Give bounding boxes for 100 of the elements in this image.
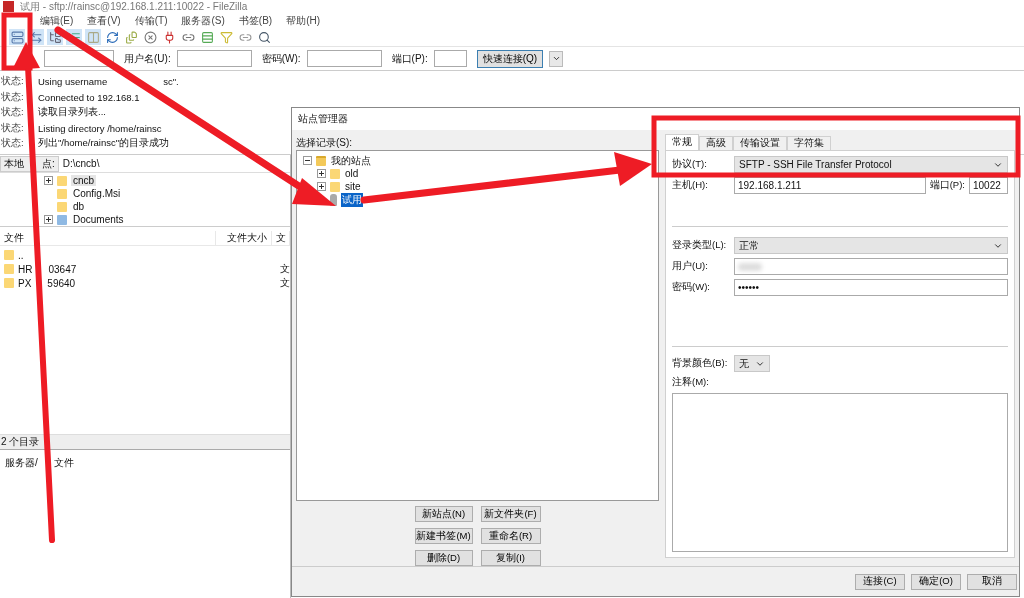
- tree-label: 选择记录(S):: [296, 136, 354, 148]
- field-label: 端口(P):: [929, 179, 965, 192]
- field-label: 端口(P):: [391, 51, 428, 66]
- status-text: 2 个目录: [1, 435, 40, 449]
- button[interactable]: 新站点(N): [414, 506, 473, 522]
- menu-item[interactable]: 查看(V): [87, 13, 121, 28]
- field-label: 登录类型(L):: [672, 239, 728, 252]
- input-field[interactable]: [433, 50, 467, 67]
- menu-item[interactable]: 书签(B): [238, 13, 273, 28]
- site-tree-item[interactable]: site: [344, 181, 362, 192]
- site-tree-item[interactable]: 试用: [341, 192, 363, 207]
- tab[interactable]: 常规: [665, 134, 699, 150]
- column-header[interactable]: 文: [272, 230, 290, 245]
- file-name: HR: [18, 263, 33, 275]
- menu-item[interactable]: 传输(T): [134, 13, 168, 28]
- folder-icon: [57, 175, 67, 186]
- site-tree-item[interactable]: 我的站点: [330, 153, 372, 168]
- log-message: Using username: [38, 76, 108, 88]
- file-type: 文: [280, 262, 290, 276]
- library-icon: [57, 214, 67, 225]
- log-label: 状态:: [0, 90, 25, 104]
- menu-item[interactable]: 服务器(S): [181, 13, 225, 28]
- tree-item[interactable]: Config.Msi: [71, 188, 123, 199]
- tab[interactable]: 传输设置: [733, 136, 787, 150]
- site-tree-item[interactable]: old: [344, 168, 360, 179]
- input-field[interactable]: [176, 50, 252, 67]
- file-name: ..: [18, 249, 24, 261]
- expander-icon[interactable]: [44, 176, 53, 185]
- column-header: 服务器/: [5, 456, 38, 470]
- user-field[interactable]: [734, 258, 1008, 275]
- column-header: 文件: [53, 456, 74, 470]
- filter-icon[interactable]: [218, 29, 234, 45]
- expander-icon[interactable]: [317, 182, 326, 191]
- dialog-title: 站点管理器: [298, 112, 348, 126]
- refresh-icon[interactable]: [104, 29, 120, 45]
- window-title: 试用 - sftp://rainsc@192.168.1.211:10022 - FileZilla: [20, 0, 248, 14]
- app-logo-icon: [3, 1, 14, 12]
- button[interactable]: 新建书签(M): [414, 528, 473, 544]
- tree-item[interactable]: Documents: [71, 214, 126, 225]
- button[interactable]: 确定(O): [911, 573, 961, 590]
- field-label: 用户名(U):: [124, 51, 171, 66]
- log-label: 状态:: [0, 75, 25, 89]
- label-text: 本地: [4, 156, 24, 171]
- folder-icon: [316, 155, 326, 166]
- column-header[interactable]: 文件: [0, 230, 216, 245]
- file-name: 59640: [47, 277, 76, 289]
- log-message: Listing directory /home/rainsc: [38, 122, 162, 134]
- field-label: 用户(U):: [672, 260, 709, 273]
- tab[interactable]: 字符集: [787, 136, 831, 150]
- menu-item[interactable]: 编辑(E): [40, 13, 74, 28]
- file-name: 03647: [48, 263, 77, 275]
- log-label: 状态:: [0, 106, 25, 120]
- dropdown-button[interactable]: [549, 50, 564, 67]
- folder-icon: [330, 168, 340, 179]
- button[interactable]: 连接(C): [855, 573, 905, 590]
- button[interactable]: 取消: [967, 573, 1017, 590]
- input-field[interactable]: [306, 50, 382, 67]
- field-label: 协议(T):: [672, 158, 708, 171]
- log-message: 读取目录列表...: [38, 106, 106, 120]
- button[interactable]: 重命名(R): [480, 528, 541, 544]
- log-message: sc".: [163, 76, 179, 88]
- button[interactable]: 新文件夹(F): [480, 506, 541, 522]
- protocol-select[interactable]: SFTP - SSH File Transfer Protocol: [734, 156, 1008, 173]
- expander-icon[interactable]: [44, 215, 53, 224]
- comments-field[interactable]: [672, 393, 1008, 552]
- tab[interactable]: 高级: [699, 136, 733, 150]
- log-message: Connected to 192.168.1: [38, 91, 140, 103]
- queue-icon[interactable]: [123, 29, 139, 45]
- field-label: 密码(W):: [261, 51, 301, 66]
- path-field[interactable]: D:\cncb\: [58, 155, 290, 172]
- tree-item[interactable]: db: [71, 201, 87, 212]
- cancel-icon[interactable]: [142, 29, 158, 45]
- folder-icon: [57, 201, 67, 212]
- quickconnect-button[interactable]: 快速连接(Q): [476, 49, 544, 68]
- color-select[interactable]: 无: [734, 355, 770, 372]
- field-label: 主机(H):: [672, 179, 709, 192]
- server-icon[interactable]: [9, 29, 25, 45]
- list-icon[interactable]: [199, 29, 215, 45]
- annotation-frame: [1, 12, 33, 71]
- logon-type-select[interactable]: 正常: [734, 237, 1008, 254]
- label-text: 点:: [42, 156, 55, 171]
- button[interactable]: 复制(I): [480, 550, 541, 566]
- column-header[interactable]: 文件大小: [216, 230, 272, 245]
- field-label: 注释(M):: [672, 376, 710, 389]
- search-icon[interactable]: [256, 29, 272, 45]
- password-field[interactable]: ••••••: [734, 279, 1008, 296]
- chevron-icon: [551, 54, 561, 63]
- log-message: 列出"/home/rainsc"的目录成功: [38, 137, 170, 151]
- button[interactable]: 删除(D): [414, 550, 473, 566]
- menu-item[interactable]: 帮助(H): [286, 13, 321, 28]
- folder-icon: [330, 181, 340, 192]
- file-name: PX: [18, 277, 32, 289]
- log-label: 状态:: [0, 121, 25, 135]
- field-label: 密码(W):: [672, 281, 711, 294]
- expander-icon[interactable]: [317, 169, 326, 178]
- tree-item[interactable]: cncb: [71, 175, 97, 186]
- field-label: 背景颜色(B):: [672, 357, 729, 370]
- folder-icon: [57, 188, 67, 199]
- expander-icon[interactable]: [303, 156, 312, 165]
- log-label: 状态:: [0, 137, 25, 151]
